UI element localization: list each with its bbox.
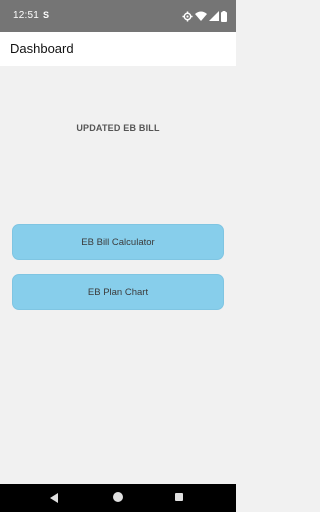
home-icon[interactable]	[113, 492, 123, 502]
battery-icon	[221, 10, 227, 22]
dashboard-content: UPDATED EB BILL EB Bill Calculator EB Pl…	[0, 66, 236, 484]
status-icons	[182, 10, 227, 22]
back-icon[interactable]	[50, 493, 60, 503]
eb-plan-chart-button[interactable]: EB Plan Chart	[12, 274, 224, 310]
dashboard-heading: UPDATED EB BILL	[76, 123, 160, 133]
eb-bill-calculator-button[interactable]: EB Bill Calculator	[12, 224, 224, 260]
app-bar: Dashboard	[0, 32, 236, 66]
recent-apps-icon[interactable]	[175, 493, 183, 501]
status-time: 12:51	[13, 10, 40, 21]
sim-card-icon: S	[43, 10, 50, 20]
wifi-icon	[195, 11, 207, 21]
navigation-bar	[0, 484, 236, 512]
eb-plan-chart-label: EB Plan Chart	[87, 286, 149, 298]
eb-bill-calculator-label: EB Bill Calculator	[81, 236, 155, 248]
gear-icon	[182, 10, 193, 22]
status-bar: 12:51 S	[0, 0, 236, 32]
signal-icon	[209, 10, 219, 21]
page-title: Dashboard	[10, 41, 74, 56]
